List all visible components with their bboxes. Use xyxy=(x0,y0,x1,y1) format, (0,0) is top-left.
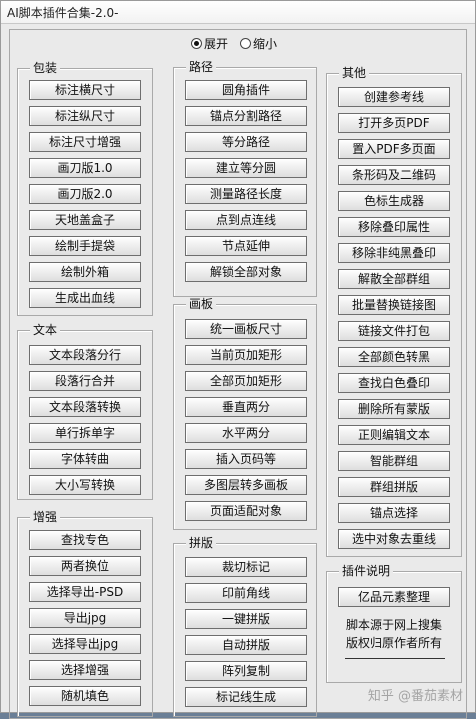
button-ungroup-all[interactable]: 解散全部群组 xyxy=(338,269,450,289)
app-window: AI脚本插件合集-2.0- 展开 缩小 包装 标注横尺寸 标注纵尺寸 标注尺寸增… xyxy=(0,0,476,719)
button-smart-group[interactable]: 智能群组 xyxy=(338,451,450,471)
button-select-export-jpg[interactable]: 选择导出jpg xyxy=(29,634,141,654)
button-batch-replace-links[interactable]: 批量替换链接图 xyxy=(338,295,450,315)
button-divide-path[interactable]: 等分路径 xyxy=(185,132,307,152)
button-anchor-select[interactable]: 锚点选择 xyxy=(338,503,450,523)
button-regex-edit-text[interactable]: 正则编辑文本 xyxy=(338,425,450,445)
expand-label: 展开 xyxy=(204,36,229,51)
button-merge-lines[interactable]: 段落行合并 xyxy=(29,371,141,391)
button-measure-path-length[interactable]: 测量路径长度 xyxy=(185,184,307,204)
collapse-radio[interactable]: 缩小 xyxy=(240,35,277,52)
button-lid-box[interactable]: 天地盖盒子 xyxy=(29,210,141,230)
button-random-fill[interactable]: 随机填色 xyxy=(29,686,141,706)
button-element-organize[interactable]: 亿品元素整理 xyxy=(338,587,450,607)
title-bar[interactable]: AI脚本插件合集-2.0- xyxy=(1,1,475,24)
button-mark-horizontal-size[interactable]: 标注横尺寸 xyxy=(29,80,141,100)
button-array-copy[interactable]: 阵列复制 xyxy=(185,661,307,681)
panel-title: 其他 xyxy=(339,66,370,80)
button-unlock-all[interactable]: 解锁全部对象 xyxy=(185,262,307,282)
button-delete-all-masks[interactable]: 删除所有蒙版 xyxy=(338,399,450,419)
button-create-guides[interactable]: 创建参考线 xyxy=(338,87,450,107)
panel-plugin-info: 插件说明 亿品元素整理 脚本源于网上搜集 版权归原作者所有 xyxy=(326,564,462,683)
button-generate-marker-lines[interactable]: 标记线生成 xyxy=(185,687,307,707)
radio-checked-icon[interactable] xyxy=(191,37,202,49)
button-all-colors-to-black[interactable]: 全部颜色转黑 xyxy=(338,347,450,367)
button-fit-page-to-object[interactable]: 页面适配对象 xyxy=(185,501,307,521)
panel-title: 拼版 xyxy=(186,536,217,550)
button-split-paragraph[interactable]: 文本段落分行 xyxy=(29,345,141,365)
panel-title: 增强 xyxy=(30,510,61,524)
divider-line xyxy=(345,658,445,659)
panel-path: 路径 圆角插件 锚点分割路径 等分路径 建立等分圆 测量路径长度 点到点连线 节… xyxy=(173,60,317,297)
window-title: AI脚本插件合集-2.0- xyxy=(7,6,119,20)
panel-artboard: 画板 统一画板尺寸 当前页加矩形 全部页加矩形 垂直两分 水平两分 插入页码等 … xyxy=(173,297,317,530)
button-group-imposition[interactable]: 群组拼版 xyxy=(338,477,450,497)
button-current-page-rect[interactable]: 当前页加矩形 xyxy=(185,345,307,365)
button-export-psd[interactable]: 选择导出-PSD xyxy=(29,582,141,602)
view-mode-group: 展开 缩小 xyxy=(191,34,277,52)
button-remove-duplicate-lines[interactable]: 选中对象去重线 xyxy=(338,529,450,549)
panel-other: 其他 创建参考线 打开多页PDF 置入PDF多页面 条形码及二维码 色标生成器 … xyxy=(326,66,462,557)
source-note: 脚本源于网上搜集 xyxy=(345,618,442,632)
button-die-line-2[interactable]: 画刀版2.0 xyxy=(29,184,141,204)
button-all-pages-rect[interactable]: 全部页加矩形 xyxy=(185,371,307,391)
button-package-linked-files[interactable]: 链接文件打包 xyxy=(338,321,450,341)
button-case-convert[interactable]: 大小写转换 xyxy=(29,475,141,495)
button-draw-handbag[interactable]: 绘制手提袋 xyxy=(29,236,141,256)
button-auto-imposition[interactable]: 自动拼版 xyxy=(185,635,307,655)
panel-title: 文本 xyxy=(30,323,61,337)
button-remove-non-black-overprint[interactable]: 移除非纯黑叠印 xyxy=(338,243,450,263)
button-open-multipage-pdf[interactable]: 打开多页PDF xyxy=(338,113,450,133)
button-node-extend[interactable]: 节点延伸 xyxy=(185,236,307,256)
button-mark-vertical-size[interactable]: 标注纵尺寸 xyxy=(29,106,141,126)
panel-text: 文本 文本段落分行 段落行合并 文本段落转换 单行拆单字 字体转曲 大小写转换 xyxy=(17,323,153,500)
button-select-enhanced[interactable]: 选择增强 xyxy=(29,660,141,680)
button-create-divided-circle[interactable]: 建立等分圆 xyxy=(185,158,307,178)
button-anchor-split-path[interactable]: 锚点分割路径 xyxy=(185,106,307,126)
panel-title: 路径 xyxy=(186,60,217,74)
expand-radio[interactable]: 展开 xyxy=(191,35,228,52)
button-layers-to-artboards[interactable]: 多图层转多画板 xyxy=(185,475,307,495)
panel-enhance: 增强 查找专色 两者换位 选择导出-PSD 导出jpg 选择导出jpg 选择增强… xyxy=(17,510,153,717)
button-die-line-1[interactable]: 画刀版1.0 xyxy=(29,158,141,178)
panel-imposition: 拼版 裁切标记 印前角线 一键拼版 自动拼版 阵列复制 标记线生成 xyxy=(173,536,317,717)
button-unify-artboard-size[interactable]: 统一画板尺寸 xyxy=(185,319,307,339)
copyright-note: 版权归原作者所有 xyxy=(345,636,442,650)
button-draw-outer-box[interactable]: 绘制外箱 xyxy=(29,262,141,282)
button-point-to-point-line[interactable]: 点到点连线 xyxy=(185,210,307,230)
radio-unchecked-icon[interactable] xyxy=(240,37,252,49)
collapse-label: 缩小 xyxy=(253,36,278,51)
button-insert-page-number[interactable]: 插入页码等 xyxy=(185,449,307,469)
button-split-vertical[interactable]: 垂直两分 xyxy=(185,397,307,417)
button-convert-paragraph[interactable]: 文本段落转换 xyxy=(29,397,141,417)
panel-title: 画板 xyxy=(186,297,217,311)
panel-title: 插件说明 xyxy=(339,564,394,578)
button-swap-two[interactable]: 两者换位 xyxy=(29,556,141,576)
button-mark-size-enhanced[interactable]: 标注尺寸增强 xyxy=(29,132,141,152)
button-color-bar-generator[interactable]: 色标生成器 xyxy=(338,191,450,211)
button-export-jpg[interactable]: 导出jpg xyxy=(29,608,141,628)
button-one-click-imposition[interactable]: 一键拼版 xyxy=(185,609,307,629)
button-crop-marks[interactable]: 裁切标记 xyxy=(185,557,307,577)
button-split-horizontal[interactable]: 水平两分 xyxy=(185,423,307,443)
panel-title: 包装 xyxy=(30,61,61,75)
button-barcode-qrcode[interactable]: 条形码及二维码 xyxy=(338,165,450,185)
button-round-corner[interactable]: 圆角插件 xyxy=(185,80,307,100)
watermark: 知乎 @番茄素材 xyxy=(367,689,463,704)
button-outline-font[interactable]: 字体转曲 xyxy=(29,449,141,469)
button-split-characters[interactable]: 单行拆单字 xyxy=(29,423,141,443)
button-remove-overprint[interactable]: 移除叠印属性 xyxy=(338,217,450,237)
button-find-spot-color[interactable]: 查找专色 xyxy=(29,530,141,550)
button-find-white-overprint[interactable]: 查找白色叠印 xyxy=(338,373,450,393)
button-place-pdf-pages[interactable]: 置入PDF多页面 xyxy=(338,139,450,159)
button-generate-bleed[interactable]: 生成出血线 xyxy=(29,288,141,308)
panel-packaging: 包装 标注横尺寸 标注纵尺寸 标注尺寸增强 画刀版1.0 画刀版2.0 天地盖盒… xyxy=(17,61,153,316)
button-prepress-corner-lines[interactable]: 印前角线 xyxy=(185,583,307,603)
